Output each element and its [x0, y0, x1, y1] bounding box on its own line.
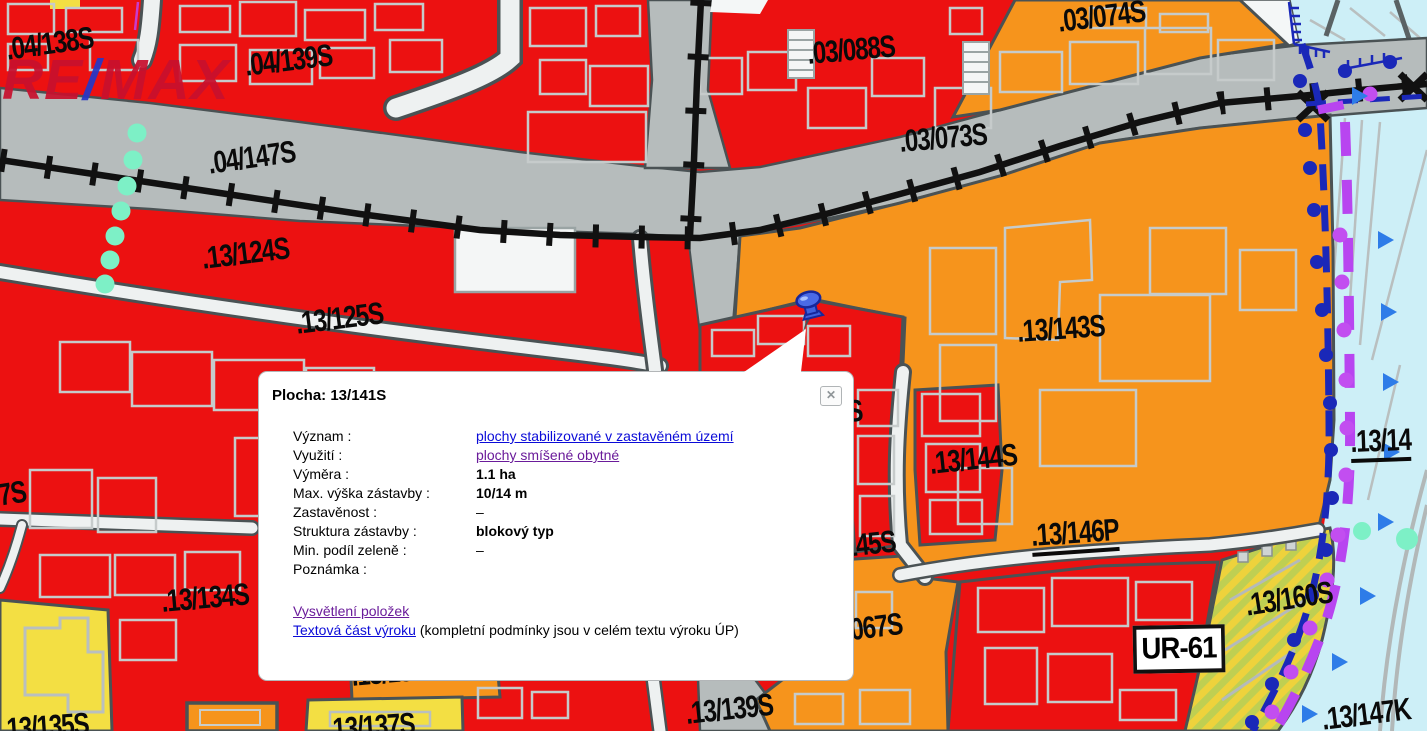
popup-links: Vysvětlení položek Textová část výroku (… [293, 602, 739, 640]
field-label: Poznámka : [293, 561, 367, 577]
popup-rows: Význam : plochy stabilizované v zastavěn… [293, 427, 734, 579]
text-part-suffix: (kompletní podmínky jsou v celém textu v… [415, 622, 739, 638]
white-sliver [710, 0, 768, 14]
ur-61-box: UR-61 [1132, 624, 1226, 674]
map-application: { "map": { "watermark": { "re": "RE", "s… [0, 0, 1427, 731]
field-label: Min. podíl zeleně : [293, 542, 407, 558]
row-vyuziti: Využití : plochy smíšené obytné [293, 446, 734, 465]
field-label: Výměra : [293, 466, 350, 482]
parcel-info-popup: Plocha: 13/141S ✕ Význam : plochy stabil… [258, 371, 854, 681]
field-value: – [476, 504, 484, 520]
field-label: Struktura zástavby : [293, 523, 417, 539]
row-struktura: Struktura zástavby : blokový typ [293, 522, 734, 541]
field-value: – [476, 542, 484, 558]
row-min-podil: Min. podíl zeleně : – [293, 541, 734, 560]
close-icon[interactable]: ✕ [820, 386, 842, 406]
row-vyznam: Význam : plochy stabilizované v zastavěn… [293, 427, 734, 446]
field-label: Zastavěnost : [293, 504, 378, 520]
popup-title: Plocha: 13/141S [272, 387, 387, 404]
row-vymera: Výměra : 1.1 ha [293, 465, 734, 484]
row-max-vyska: Max. výška zástavby : 10/14 m [293, 484, 734, 503]
field-label: Využití : [293, 447, 343, 463]
field-label: Význam : [293, 428, 352, 444]
text-part-link[interactable]: Textová část výroku [293, 622, 416, 638]
row-zastavenost: Zastavěnost : – [293, 503, 734, 522]
field-value: 10/14 m [476, 485, 528, 501]
vyznam-link[interactable]: plochy stabilizované v zastavěném území [476, 428, 734, 444]
field-label: Max. výška zástavby : [293, 485, 430, 501]
explain-items-link[interactable]: Vysvětlení položek [293, 603, 409, 619]
field-value: 1.1 ha [476, 466, 516, 482]
field-value: blokový typ [476, 523, 554, 539]
vyuziti-link[interactable]: plochy smíšené obytné [476, 447, 619, 463]
row-poznamka: Poznámka : [293, 560, 734, 579]
